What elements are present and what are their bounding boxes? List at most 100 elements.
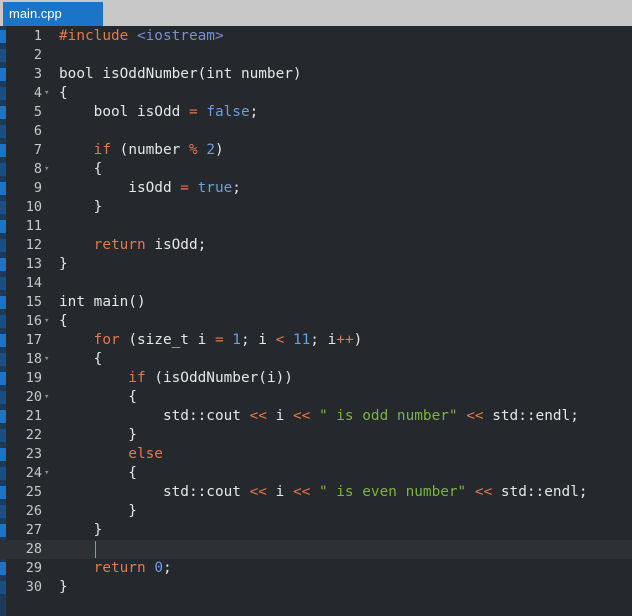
line-number: 27	[25, 522, 42, 538]
code-line[interactable]: 2	[0, 46, 632, 65]
text-cursor	[95, 541, 96, 558]
code-line[interactable]: 14	[0, 274, 632, 293]
line-number: 6	[33, 123, 42, 139]
code-text: }	[59, 198, 103, 217]
fold-toggle-icon[interactable]: ▾	[44, 160, 54, 179]
code-token: bool isOdd	[59, 104, 189, 120]
code-line[interactable]: 18 ▾ {	[0, 350, 632, 369]
code-line[interactable]: 6	[0, 122, 632, 141]
code-token: ;	[162, 560, 172, 576]
fold-toggle-icon[interactable]: ▾	[44, 388, 54, 407]
code-token: <<	[474, 484, 493, 500]
code-line[interactable]: 26 }	[0, 502, 632, 521]
code-line[interactable]: 5 bool isOdd = false;	[0, 103, 632, 122]
line-number: 16	[25, 313, 42, 329]
line-number: 19	[25, 370, 42, 386]
code-line[interactable]: 25 std::cout << i << " is even number" <…	[0, 483, 632, 502]
code-token: i	[266, 408, 293, 424]
line-number: 18	[25, 351, 42, 367]
code-line[interactable]: 17 for (size_t i = 1; i < 11; i++)	[0, 331, 632, 350]
code-token: )	[353, 332, 363, 348]
code-text: }	[59, 578, 68, 597]
code-line[interactable]: 30}	[0, 578, 632, 597]
line-number: 12	[25, 237, 42, 253]
code-text: return isOdd;	[59, 236, 207, 255]
code-text: bool isOdd = false;	[59, 103, 259, 122]
code-text: }	[59, 521, 103, 540]
code-line[interactable]: 19 if (isOddNumber(i))	[0, 369, 632, 388]
code-text: #include <iostream>	[59, 27, 224, 46]
code-line[interactable]: 1 #include <iostream>	[0, 27, 632, 46]
code-text: {	[59, 350, 103, 369]
code-token: bool isOddNumber(int number)	[59, 66, 302, 82]
fold-toggle-icon[interactable]: ▾	[44, 84, 54, 103]
code-token: #include	[59, 28, 137, 44]
code-token: if	[59, 370, 155, 386]
code-token: %	[188, 142, 198, 158]
code-line[interactable]: 3 bool isOddNumber(int number)	[0, 65, 632, 84]
code-token: return	[59, 560, 155, 576]
code-line[interactable]: 13}	[0, 255, 632, 274]
code-line[interactable]: 4 ▾ {	[0, 84, 632, 103]
code-token: std::endl;	[483, 408, 579, 424]
code-text: return 0;	[59, 559, 172, 578]
code-line[interactable]: 15 int main()	[0, 293, 632, 312]
line-number: 14	[25, 275, 42, 291]
line-number: 2	[33, 47, 42, 63]
code-line[interactable]: 20 ▾ {	[0, 388, 632, 407]
code-line[interactable]: 27 }	[0, 521, 632, 540]
code-text: if (isOddNumber(i))	[59, 369, 293, 388]
code-token: <<	[292, 484, 311, 500]
code-token: <<	[466, 408, 484, 424]
code-line[interactable]: 24 ▾ {	[0, 464, 632, 483]
line-number: 30	[25, 579, 42, 595]
code-line[interactable]: 12 return isOdd;	[0, 236, 632, 255]
code-line[interactable]: 9 isOdd = true;	[0, 179, 632, 198]
code-line[interactable]: 7 if (number % 2)	[0, 141, 632, 160]
fold-toggle-icon[interactable]: ▾	[44, 350, 54, 369]
code-text: {	[59, 464, 137, 483]
code-line[interactable]: 21 std::cout << i << " is odd number" <<…	[0, 407, 632, 426]
code-token: <<	[249, 484, 267, 500]
code-token: }	[59, 579, 68, 595]
code-line[interactable]: 8 ▾ {	[0, 160, 632, 179]
code-token: )	[214, 142, 224, 158]
code-token: }	[59, 503, 137, 519]
line-number: 26	[25, 503, 42, 519]
code-token: 0	[154, 560, 163, 576]
code-token: =	[188, 104, 198, 120]
code-token: std::endl;	[492, 484, 588, 500]
line-number: 22	[25, 427, 42, 443]
code-line[interactable]: 29 return 0;	[0, 559, 632, 578]
code-line[interactable]: 16 ▾ {	[0, 312, 632, 331]
tab-bar: main.cpp	[0, 0, 632, 26]
code-line[interactable]: 23 else	[0, 445, 632, 464]
code-token: else	[59, 446, 163, 462]
code-token: ; i	[310, 332, 337, 348]
code-line[interactable]: 22 }	[0, 426, 632, 445]
code-text: }	[59, 426, 137, 445]
code-token: if	[59, 142, 120, 158]
line-number: 23	[25, 446, 42, 462]
code-line[interactable]: 28	[0, 540, 632, 559]
fold-toggle-icon[interactable]: ▾	[44, 464, 54, 483]
line-number: 28	[25, 541, 42, 557]
tab-main-cpp[interactable]: main.cpp	[3, 2, 103, 26]
fold-toggle-icon[interactable]: ▾	[44, 312, 54, 331]
code-token: =	[180, 180, 189, 196]
code-text: {	[59, 312, 68, 331]
code-line[interactable]: 11	[0, 217, 632, 236]
code-token: ;	[232, 180, 241, 196]
code-editor[interactable]: 1 #include <iostream> 2 3 bool isOddNumber(i…	[0, 26, 632, 616]
code-token: 1	[232, 332, 241, 348]
code-line[interactable]: 10 }	[0, 198, 632, 217]
code-token: std::cout	[59, 408, 250, 424]
code-token: true	[197, 180, 233, 196]
code-token: for	[59, 332, 129, 348]
